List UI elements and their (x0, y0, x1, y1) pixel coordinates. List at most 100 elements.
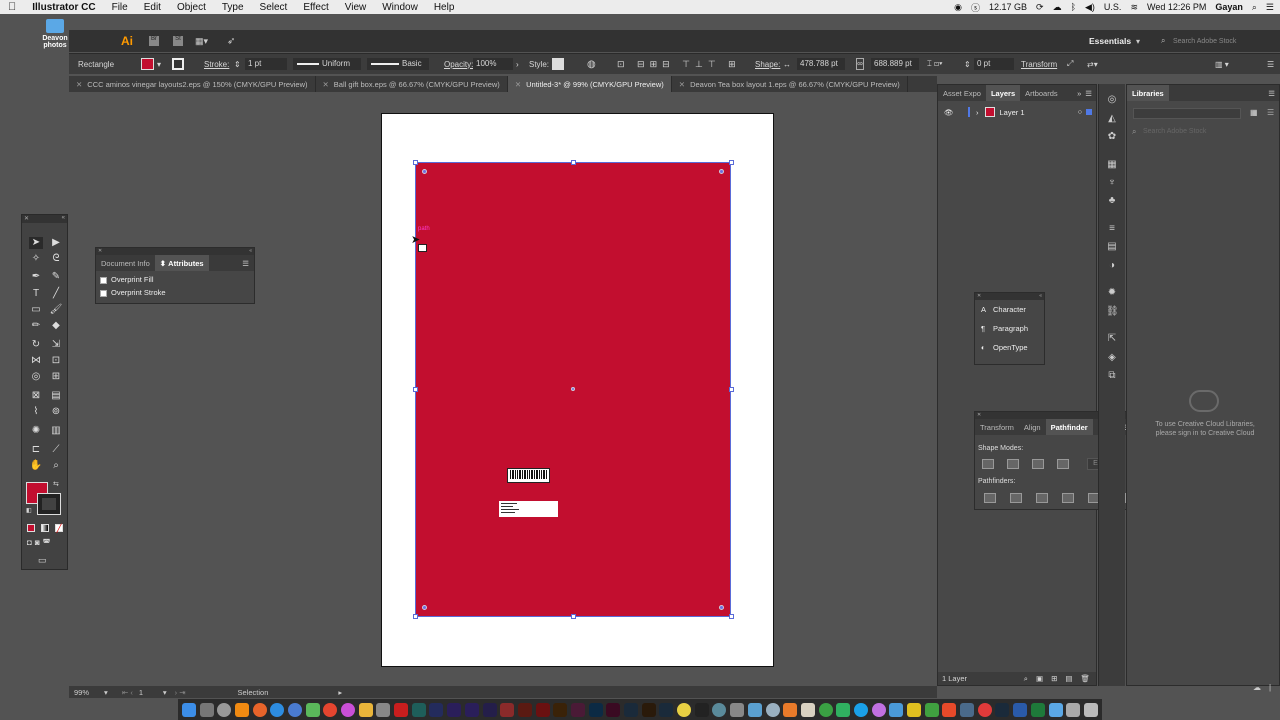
terminal-icon[interactable] (694, 702, 709, 717)
resize-grip-icon[interactable]: | (1269, 683, 1271, 692)
gradient-mode-icon[interactable] (41, 524, 49, 532)
eraser-tool-icon[interactable]: ◆ (49, 320, 63, 332)
tab-attributes[interactable]: ⬍ Attributes (154, 255, 209, 271)
pencil-tool-icon[interactable]: ✏ (29, 320, 43, 332)
rotate-tool-icon[interactable]: ↻ (29, 339, 43, 351)
chevron-down-icon[interactable]: ▾ (1136, 37, 1140, 46)
magic-wand-tool-icon[interactable]: ✧ (29, 253, 43, 265)
menu-effect[interactable]: Effect (295, 2, 336, 13)
stock-search-input[interactable]: Search Adobe Stock (1173, 38, 1273, 45)
bluetooth-icon[interactable]: ᛒ (1071, 2, 1076, 12)
downloads-folder-icon[interactable] (1048, 702, 1063, 717)
corner-widget-top-left[interactable] (422, 169, 427, 174)
direct-selection-tool-icon[interactable]: ▶ (49, 237, 63, 249)
tab-layers[interactable]: Layers (985, 85, 1021, 101)
overprint-fill-checkbox[interactable] (100, 276, 107, 284)
menu-view[interactable]: View (337, 2, 375, 13)
zoom-dropdown-icon[interactable]: ▾ (104, 688, 114, 697)
photos-icon[interactable] (358, 702, 373, 717)
unite-icon[interactable] (982, 459, 994, 469)
perspective-grid-tool-icon[interactable]: ⊞ (49, 371, 63, 383)
handle-bottom-left[interactable] (413, 614, 418, 619)
artboard-tool-icon[interactable]: ⊏ (29, 444, 43, 456)
animate-icon[interactable] (517, 702, 532, 717)
style-swatch[interactable] (552, 58, 564, 70)
gradient-panel-icon[interactable]: ▤ (1106, 241, 1118, 252)
user-name[interactable]: Gayan (1215, 2, 1243, 12)
column-graph-tool-icon[interactable]: ▥ (49, 425, 63, 437)
exclude-icon[interactable] (1057, 459, 1069, 469)
arrange-documents-icon[interactable]: ▦▾ (195, 36, 208, 47)
app-icon-4[interactable] (765, 702, 780, 717)
tab-libraries[interactable]: Libraries (1127, 85, 1169, 101)
intersect-icon[interactable] (1032, 459, 1044, 469)
menu-select[interactable]: Select (252, 2, 296, 13)
app-icon-7[interactable] (836, 702, 851, 717)
swap-fill-stroke-icon[interactable]: ⇆ (53, 480, 59, 488)
stroke-swatch[interactable] (172, 58, 184, 70)
list-view-icon[interactable]: ☰ (1267, 108, 1274, 117)
new-sublayer-icon[interactable]: ⊞ (1051, 674, 1057, 683)
width-input[interactable]: 478.788 pt (797, 58, 845, 70)
incopy-icon[interactable] (570, 702, 585, 717)
corner-widget-bottom-left[interactable] (422, 605, 427, 610)
paintbrush-tool-icon[interactable]: 🖌 (49, 304, 63, 316)
excel-icon[interactable] (1030, 702, 1045, 717)
app-icon-8[interactable] (871, 702, 886, 717)
handle-top-center[interactable] (571, 160, 576, 165)
chrome-icon[interactable] (323, 702, 338, 717)
app-icon-12[interactable] (942, 702, 957, 717)
rectangle-tool-icon[interactable]: ▭ (29, 304, 43, 316)
spotlight-icon[interactable]: ⌕ (1252, 2, 1257, 13)
variable-width-profile[interactable]: Uniform (293, 58, 361, 70)
cc-sync-icon[interactable]: ☁ (1253, 683, 1261, 692)
tools-panel-header[interactable]: ✕ « (22, 215, 67, 223)
app-icon-15[interactable] (995, 702, 1010, 717)
menu-type[interactable]: Type (214, 2, 252, 13)
shape-link[interactable]: Shape: (755, 60, 780, 69)
panel-grip[interactable]: ✕« (975, 293, 1044, 300)
symbol-sprayer-tool-icon[interactable]: ✺ (29, 425, 43, 437)
evernote-icon[interactable] (818, 702, 833, 717)
word-icon[interactable] (1013, 702, 1028, 717)
expand-layer-icon[interactable]: › (976, 108, 979, 117)
pen-tool-icon[interactable]: ✒ (29, 271, 43, 283)
tab-document-info[interactable]: Document Info (96, 255, 155, 271)
volume-icon[interactable]: ◀) (1085, 2, 1095, 13)
fill-dropdown-icon[interactable]: ▾ (157, 60, 161, 69)
handle-top-left[interactable] (413, 160, 418, 165)
barcode-image[interactable] (507, 468, 550, 483)
export-icon[interactable]: ⇱ (1106, 333, 1118, 344)
mesh-tool-icon[interactable]: ⊠ (29, 390, 43, 402)
swatches-icon[interactable]: ▦ (1106, 159, 1118, 170)
tab-document-3[interactable]: ✕ Untitled-3* @ 99% (CMYK/GPU Preview) (507, 76, 672, 92)
panel-menu-icon[interactable]: ☰ (1085, 89, 1092, 98)
artboard-prev-icon[interactable]: ⇤ ‹ (122, 688, 133, 697)
app-icon-1[interactable] (712, 702, 727, 717)
close-icon[interactable]: ✕ (323, 80, 329, 89)
app-icon-6[interactable] (800, 702, 815, 717)
premiere-icon[interactable] (447, 702, 462, 717)
overprint-stroke-row[interactable]: Overprint Stroke (100, 288, 250, 297)
height-input[interactable]: 688.889 pt (871, 58, 919, 70)
handle-bottom-center[interactable] (571, 614, 576, 619)
character-panel-button[interactable]: A Character (975, 300, 1044, 319)
indesign-icon[interactable] (606, 702, 621, 717)
align-icons[interactable]: ⊡ ⊟⊞⊟ ⊤⊥⊤ ⊞ (617, 59, 741, 70)
artboards-icon[interactable]: ⧉ (1106, 370, 1118, 381)
divide-icon[interactable] (984, 493, 996, 503)
stroke-link[interactable]: Stroke: (204, 60, 229, 69)
graphic-styles-icon[interactable]: ◭ (1106, 113, 1118, 124)
shape-builder-tool-icon[interactable]: ◎ (29, 371, 43, 383)
camera-icon[interactable] (376, 702, 391, 717)
audition-icon[interactable] (411, 702, 426, 717)
menu-window[interactable]: Window (374, 2, 426, 13)
corner-widget-bottom-right[interactable] (719, 605, 724, 610)
blend-tool-icon[interactable]: ⊚ (49, 406, 63, 418)
transform-link[interactable]: Transform (1021, 60, 1057, 69)
paragraph-panel-button[interactable]: ¶ Paragraph (975, 319, 1044, 338)
opacity-link[interactable]: Opacity: (444, 60, 473, 69)
panel-grip[interactable]: ✕« (96, 248, 254, 255)
type-tool-icon[interactable]: T (29, 288, 43, 300)
nutrition-label-image[interactable] (499, 501, 558, 517)
